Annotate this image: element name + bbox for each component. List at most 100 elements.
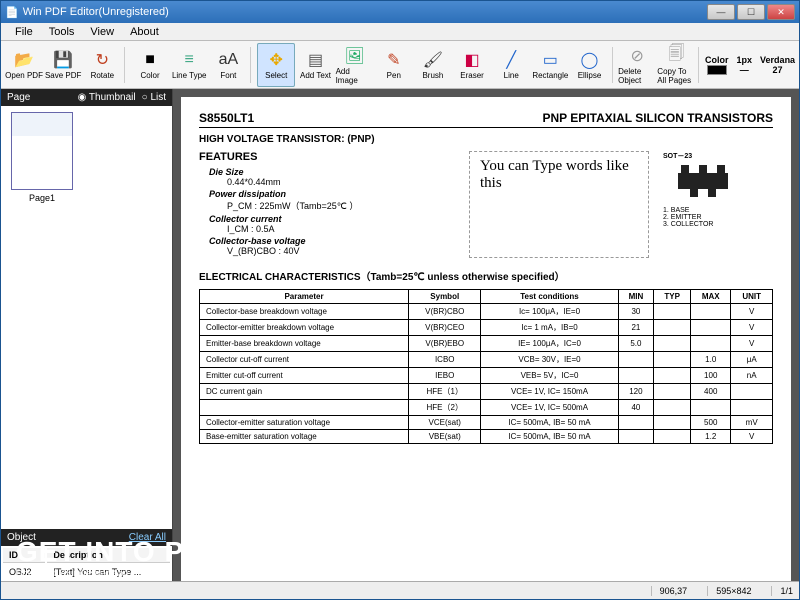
brush-button[interactable]: 🖌Brush [414, 43, 452, 87]
menu-about[interactable]: About [122, 26, 167, 38]
close-button[interactable]: ✕ [767, 4, 795, 20]
pin-label: 1. BASE [663, 207, 773, 214]
package-label: SOT－23 [663, 153, 692, 160]
char-col: UNIT [731, 290, 773, 304]
view-list-radio[interactable]: ○ List [142, 92, 166, 103]
characteristics-title: ELECTRICAL CHARACTERISTICS（Tamb=25℃ unle… [199, 268, 773, 283]
pin-label: 3. COLLECTOR [663, 221, 773, 228]
view-mode: ◉ Thumbnail ○ List [78, 92, 166, 103]
menu-tools[interactable]: Tools [41, 26, 83, 38]
page-panel-header: Page ◉ Thumbnail ○ List [1, 89, 172, 106]
toolbar-separator [612, 47, 616, 83]
features-section: FEATURES Die Size 0.44*0.44mmPower dissi… [199, 151, 773, 258]
copy-to-all-icon: 🗐 [665, 45, 687, 67]
rectangle-button[interactable]: ▭Rectangle [531, 43, 569, 87]
char-row: DC current gainHFE（1）VCE= 1V, IC= 150mA1… [200, 384, 773, 400]
line-type-button[interactable]: ≡Line Type [170, 43, 208, 87]
open-pdf-icon: 📂 [13, 49, 35, 71]
thumbnail-image [11, 112, 73, 190]
select-button[interactable]: ✥Select [257, 43, 295, 87]
titlebar: 📄 Win PDF Editor(Unregistered) — ☐ ✕ [1, 1, 799, 23]
add-text-button[interactable]: ▤Add Text [296, 43, 334, 87]
color-icon: ■ [139, 49, 161, 71]
cursor-coords: 906,37 [651, 586, 688, 596]
char-col: TYP [654, 290, 691, 304]
maximize-button[interactable]: ☐ [737, 4, 765, 20]
pdf-page[interactable]: S8550LT1 PNP EPITAXIAL SILICON TRANSISTO… [181, 97, 791, 581]
char-col: MIN [618, 290, 654, 304]
current-font[interactable]: Verdana27 [760, 55, 795, 75]
select-icon: ✥ [265, 49, 287, 71]
char-row: Collector-emitter breakdown voltageV(BR)… [200, 320, 773, 336]
thumbnail-label: Page1 [29, 193, 55, 203]
body: Page ◉ Thumbnail ○ List Page1 Object Cle… [1, 89, 799, 581]
delete-object-icon: ⊘ [626, 45, 648, 67]
delete-object-button[interactable]: ⊘Delete Object [618, 43, 656, 87]
toolbar-separator [250, 47, 254, 83]
toolbar-separator [698, 47, 702, 83]
current-width[interactable]: 1px— [737, 55, 753, 75]
page-thumbnail[interactable]: Page1 [7, 112, 77, 203]
add-image-icon: 🖼 [344, 45, 366, 67]
brush-icon: 🖌 [422, 49, 444, 71]
view-thumbnail-radio[interactable]: ◉ Thumbnail [78, 92, 136, 103]
save-pdf-icon: 💾 [52, 49, 74, 71]
line-icon: ╱ [500, 49, 522, 71]
feature-item: Collector currentI_CM : 0.5A [209, 214, 455, 234]
char-row: Base-emitter saturation voltageVBE(sat)I… [200, 430, 773, 444]
window-title: Win PDF Editor(Unregistered) [19, 6, 707, 18]
package-diagram: SOT－23 1. BASE2. EMITTER3. COLLECTOR [663, 151, 773, 258]
sidebar: Page ◉ Thumbnail ○ List Page1 Object Cle… [1, 89, 173, 581]
watermark: GET INTO PC Download Your Desired App [16, 536, 205, 578]
pin-label: 2. EMITTER [663, 214, 773, 221]
add-image-button[interactable]: 🖼Add Image [336, 43, 374, 87]
doc-title: PNP EPITAXIAL SILICON TRANSISTORS [543, 111, 773, 125]
rotate-button[interactable]: ↻Rotate [83, 43, 121, 87]
save-pdf-button[interactable]: 💾Save PDF [44, 43, 82, 87]
sot23-icon [663, 161, 743, 201]
char-row: Emitter-base breakdown voltageV(BR)EBOIE… [200, 336, 773, 352]
ellipse-button[interactable]: ◯Ellipse [570, 43, 608, 87]
eraser-button[interactable]: ◧Eraser [453, 43, 491, 87]
open-pdf-button[interactable]: 📂Open PDF [5, 43, 43, 87]
app-icon: 📄 [5, 6, 19, 19]
font-icon: aA [217, 49, 239, 71]
pen-button[interactable]: ✎Pen [375, 43, 413, 87]
features-label: FEATURES [199, 151, 455, 163]
copy-to-all-button[interactable]: 🗐Copy To All Pages [657, 43, 695, 87]
toolbar: 📂Open PDF💾Save PDF↻Rotate■Color≡Line Typ… [1, 41, 799, 89]
thumbnail-panel[interactable]: Page1 [1, 106, 172, 529]
page-dimensions: 595×842 [707, 586, 751, 596]
font-button[interactable]: aAFont [209, 43, 247, 87]
ellipse-icon: ◯ [578, 49, 600, 71]
watermark-subtitle: Download Your Desired App [16, 568, 205, 578]
features-list: FEATURES Die Size 0.44*0.44mmPower dissi… [199, 151, 455, 258]
doc-subtitle: HIGH VOLTAGE TRANSISTOR: (PNP) [199, 134, 773, 145]
char-row: Collector cut-off currentICBOVCB= 30V，IE… [200, 352, 773, 368]
char-col: Test conditions [481, 290, 618, 304]
window-controls: — ☐ ✕ [707, 4, 795, 20]
watermark-title: GET INTO PC [16, 536, 205, 568]
line-button[interactable]: ╱Line [492, 43, 530, 87]
pen-icon: ✎ [383, 49, 405, 71]
line-type-icon: ≡ [178, 49, 200, 71]
feature-item: Die Size 0.44*0.44mm [209, 167, 455, 187]
minimize-button[interactable]: — [707, 4, 735, 20]
rectangle-icon: ▭ [539, 49, 561, 71]
eraser-icon: ◧ [461, 49, 483, 71]
color-button[interactable]: ■Color [131, 43, 169, 87]
statusbar: 906,37 595×842 1/1 [1, 581, 799, 599]
menu-view[interactable]: View [82, 26, 122, 38]
char-row: Emitter cut-off currentIEBOVEB= 5V，IC=01… [200, 368, 773, 384]
char-col: MAX [691, 290, 731, 304]
characteristics-table: ParameterSymbolTest conditionsMINTYPMAXU… [199, 289, 773, 444]
page-panel-title: Page [7, 92, 30, 103]
typed-text-object[interactable]: You can Type words like this [469, 151, 649, 258]
add-text-icon: ▤ [305, 49, 327, 71]
document-area[interactable]: S8550LT1 PNP EPITAXIAL SILICON TRANSISTO… [173, 89, 799, 581]
feature-item: Collector-base voltageV_(BR)CBO : 40V [209, 236, 455, 256]
menu-file[interactable]: File [7, 26, 41, 38]
char-row: HFE（2）VCE= 1V, IC= 500mA40 [200, 400, 773, 416]
current-color[interactable]: Color [705, 55, 729, 75]
char-row: Collector-base breakdown voltageV(BR)CBO… [200, 304, 773, 320]
